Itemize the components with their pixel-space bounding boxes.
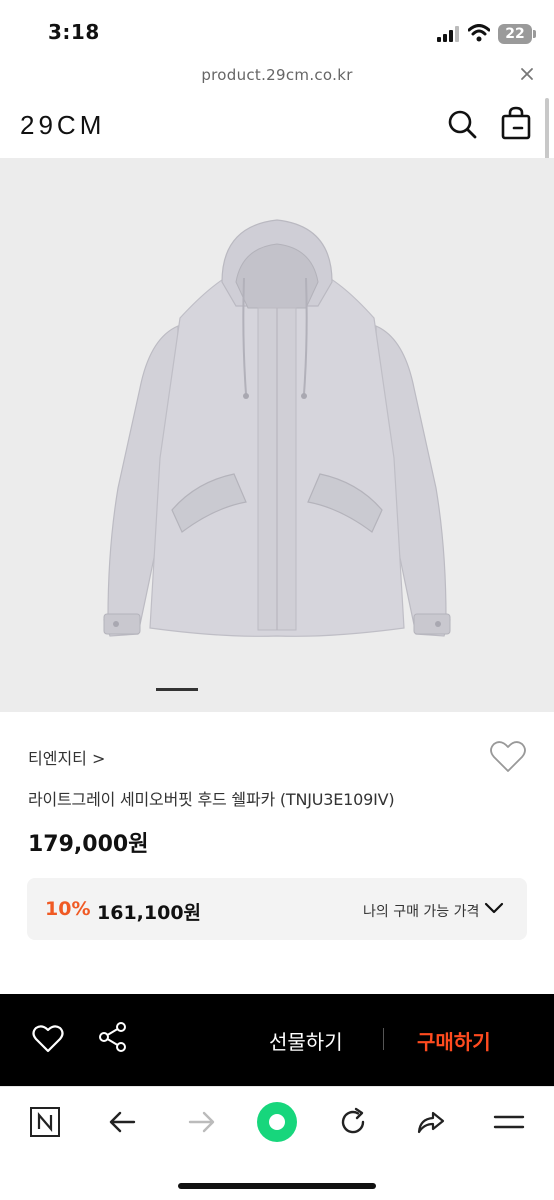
app-header: 29CM	[0, 90, 554, 158]
product-price: 179,000원	[28, 832, 149, 857]
url-text[interactable]: product.29cm.co.kr	[0, 66, 554, 84]
share-forward-icon[interactable]	[414, 1105, 448, 1139]
battery-indicator: 22	[498, 24, 532, 44]
cellular-signal-icon	[437, 26, 459, 42]
product-image-carousel[interactable]	[0, 158, 554, 712]
home-indicator	[178, 1183, 376, 1189]
shopping-bag-icon[interactable]	[500, 106, 532, 140]
gift-button[interactable]: 선물하기	[269, 1026, 343, 1055]
wifi-icon	[468, 24, 490, 42]
my-price-dropdown[interactable]: 10% 161,100원 나의 구매 가능 가격	[27, 878, 527, 940]
browser-url-bar[interactable]: product.29cm.co.kr	[0, 62, 554, 90]
site-logo[interactable]: 29CM	[20, 110, 105, 141]
brand-link[interactable]: 티엔지티 >	[28, 745, 105, 769]
heart-icon[interactable]	[489, 740, 527, 774]
refresh-icon[interactable]	[336, 1105, 370, 1139]
product-jacket-image	[103, 219, 451, 637]
menu-icon[interactable]	[492, 1105, 526, 1139]
carousel-indicator	[156, 688, 198, 691]
my-price-label: 나의 구매 가능 가격	[363, 904, 480, 920]
green-dot-icon[interactable]	[256, 1101, 298, 1143]
share-icon[interactable]	[97, 1020, 129, 1054]
action-divider	[383, 1028, 384, 1050]
close-icon[interactable]	[518, 65, 536, 83]
purchase-action-bar: 선물하기 구매하기	[0, 994, 554, 1086]
search-icon[interactable]	[446, 108, 478, 140]
back-arrow-icon[interactable]	[106, 1105, 140, 1139]
naver-icon[interactable]	[28, 1105, 62, 1139]
discount-percent: 10%	[45, 898, 91, 920]
browser-toolbar	[0, 1086, 554, 1200]
chevron-down-icon[interactable]	[483, 900, 505, 916]
product-name: 라이트그레이 세미오버핏 후드 쉘파카 (TNJU3E109IV)	[28, 790, 395, 809]
buy-button[interactable]: 구매하기	[417, 1026, 491, 1055]
heart-icon[interactable]	[32, 1024, 64, 1054]
battery-tip	[533, 30, 536, 38]
forward-arrow-icon[interactable]	[184, 1105, 218, 1139]
discount-price: 161,100원	[97, 902, 202, 924]
status-bar: 3:18 22	[0, 0, 554, 62]
status-time: 3:18	[48, 20, 100, 44]
